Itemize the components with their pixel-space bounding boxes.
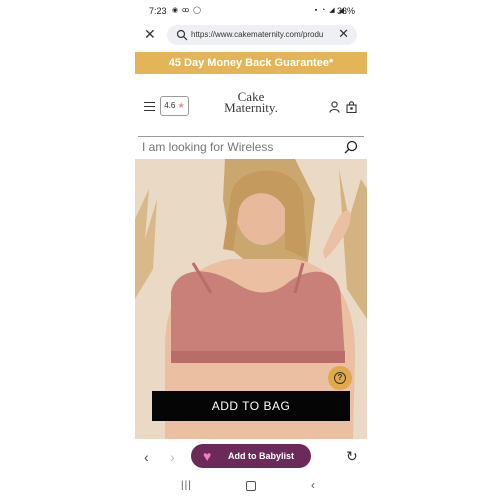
browser-bottom-bar: ‹ › ♥ Add to Babylist ↻ <box>135 440 367 474</box>
browser-url-bar: ✕ https://www.cakematernity.com/produ ✕ <box>135 23 367 47</box>
logo-line2: Maternity. <box>224 100 278 115</box>
product-image[interactable]: ? ADD TO BAG <box>135 159 367 439</box>
babylist-label: Add to Babylist <box>228 451 295 461</box>
rating-value: 4.6 <box>164 101 176 110</box>
search-icon <box>176 29 188 41</box>
phone-screen: 7:23 ◉ ꝏ ◯ ▪ ◔ ◢ ◢ 33% ✕ https://www.cak… <box>135 0 367 500</box>
notification-icons: ◉ ꝏ ◯ <box>172 7 202 14</box>
search-bar <box>138 136 364 160</box>
clear-url-icon[interactable]: ✕ <box>338 26 349 42</box>
account-icon[interactable] <box>329 101 340 113</box>
hamburger-menu-icon[interactable] <box>144 102 155 111</box>
cake-maternity-logo[interactable]: Cake Maternity. <box>215 90 287 115</box>
status-bar: 7:23 ◉ ꝏ ◯ ▪ ◔ ◢ ◢ 33% <box>135 0 367 22</box>
help-icon: ? <box>334 372 346 384</box>
help-button[interactable]: ? <box>328 366 352 390</box>
guarantee-banner[interactable]: 45 Day Money Back Guarantee* <box>135 52 367 74</box>
site-header: 4.6 ★ Cake Maternity. <box>135 74 367 136</box>
add-to-babylist-button[interactable]: ♥ Add to Babylist <box>191 444 311 468</box>
system-navigation-bar: ||| ‹ <box>135 476 367 496</box>
reload-icon[interactable]: ↻ <box>346 448 358 465</box>
add-to-bag-button[interactable]: ADD TO BAG <box>152 391 350 421</box>
address-field[interactable]: https://www.cakematernity.com/produ ✕ <box>167 25 357 45</box>
shopping-bag-icon[interactable] <box>346 101 357 113</box>
rating-badge[interactable]: 4.6 ★ <box>160 96 189 116</box>
status-time: 7:23 <box>149 6 167 16</box>
system-back-icon[interactable]: ‹ <box>311 478 315 492</box>
recent-apps-icon[interactable]: ||| <box>181 480 192 491</box>
heart-icon: ♥ <box>203 448 212 464</box>
battery-level: 33% <box>336 6 355 16</box>
home-icon[interactable] <box>246 481 256 491</box>
search-icon[interactable] <box>344 140 358 154</box>
star-icon: ★ <box>177 101 185 110</box>
search-input[interactable] <box>142 139 332 155</box>
back-arrow-icon[interactable]: ‹ <box>144 449 149 465</box>
close-tab-icon[interactable]: ✕ <box>144 26 156 43</box>
forward-arrow-icon[interactable]: › <box>170 449 175 465</box>
url-text[interactable]: https://www.cakematernity.com/produ <box>191 30 331 39</box>
